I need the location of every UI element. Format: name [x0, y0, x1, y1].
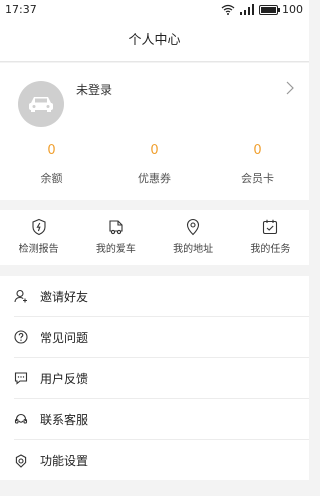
menu-list: 邀请好友 常见问题 用户反馈 联系客服 功能设置 [0, 276, 309, 480]
battery-fill [261, 6, 276, 13]
menu-item-faq-label: 常见问题 [40, 330, 89, 345]
stat-balance-label: 余额 [40, 172, 63, 185]
question-icon [14, 330, 28, 344]
status-bar: 17:37 100 [0, 0, 309, 20]
menu-item-invite-friends-label: 邀请好友 [40, 289, 89, 304]
calendar-check-icon [263, 219, 278, 235]
shortcut-my-address-label: 我的地址 [173, 244, 214, 255]
stat-membership-card-label: 会员卡 [241, 172, 274, 185]
invite-user-icon [14, 289, 27, 303]
battery-icon [259, 4, 280, 15]
shortcut-inspection-report[interactable]: 检测报告 [0, 210, 77, 265]
status-time: 17:37 [5, 3, 37, 16]
shortcut-my-tasks[interactable]: 我的任务 [232, 210, 309, 265]
shortcut-my-address[interactable]: 我的地址 [155, 210, 232, 265]
shortcut-my-tasks-label: 我的任务 [250, 244, 291, 255]
stat-coupons-value: 0 [150, 143, 159, 158]
settings-icon [15, 453, 27, 468]
stat-membership-card[interactable]: 0 会员卡 [206, 143, 309, 186]
stats-row: 0 余额 0 优惠券 0 会员卡 [0, 143, 309, 186]
shortcut-inspection-report-label: 检测报告 [18, 244, 59, 255]
menu-item-settings[interactable]: 功能设置 [14, 440, 309, 481]
status-right: 100 [221, 3, 303, 16]
stat-balance[interactable]: 0 余额 [0, 143, 103, 186]
feedback-icon [14, 372, 28, 385]
menu-item-user-feedback[interactable]: 用户反馈 [14, 358, 309, 399]
menu-item-contact-support[interactable]: 联系客服 [14, 399, 309, 440]
location-pin-icon [187, 219, 200, 236]
stat-coupons[interactable]: 0 优惠券 [103, 143, 206, 186]
chevron-right-icon[interactable] [283, 80, 297, 96]
stat-membership-card-value: 0 [253, 143, 262, 158]
login-label[interactable]: 未登录 [76, 81, 112, 98]
stat-balance-value: 0 [47, 143, 56, 158]
shortcut-my-car[interactable]: 我的爱车 [77, 210, 154, 265]
car-icon [29, 97, 53, 112]
menu-item-contact-support-label: 联系客服 [40, 412, 89, 427]
battery-percent: 100 [282, 3, 303, 16]
menu-item-faq[interactable]: 常见问题 [14, 317, 309, 358]
menu-item-invite-friends[interactable]: 邀请好友 [14, 276, 309, 317]
avatar[interactable] [18, 81, 64, 127]
stat-coupons-label: 优惠券 [138, 172, 171, 185]
page-title: 个人中心 [0, 20, 309, 62]
wifi-icon [221, 4, 235, 15]
shield-icon [32, 218, 46, 236]
shortcut-bar: 检测报告 我的爱车 我的地址 我的任务 [0, 210, 309, 265]
shortcut-my-car-label: 我的爱车 [95, 244, 136, 255]
profile-card: 未登录 0 余额 0 优惠券 0 会员卡 [0, 63, 309, 200]
signal-icon [240, 4, 254, 15]
menu-item-user-feedback-label: 用户反馈 [40, 371, 89, 386]
menu-item-settings-label: 功能设置 [40, 454, 89, 468]
customer-service-icon [14, 413, 28, 424]
truck-icon [109, 220, 123, 235]
